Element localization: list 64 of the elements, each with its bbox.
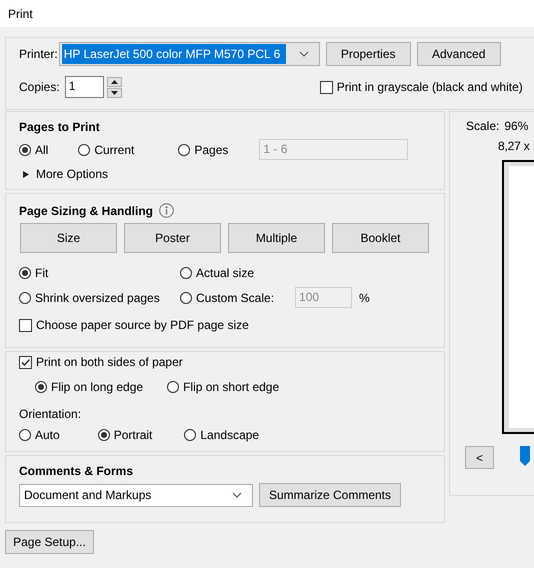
- checkbox[interactable]: [19, 356, 32, 368]
- option-label: Shrink oversized pages: [35, 290, 160, 304]
- radio-button[interactable]: [78, 144, 90, 156]
- radio-button[interactable]: [178, 144, 190, 156]
- option-label: Flip on short edge: [183, 380, 280, 394]
- mode-button[interactable]: Multiple: [228, 223, 325, 253]
- info-icon: [159, 203, 174, 218]
- orientation-label: Orientation:: [19, 406, 82, 420]
- previous-page-button[interactable]: <: [465, 446, 494, 469]
- option-label: Current: [94, 142, 134, 156]
- summarize-comments-button[interactable]: Summarize Comments: [259, 483, 401, 507]
- option-label: Auto: [35, 428, 60, 442]
- checkbox[interactable]: [320, 80, 333, 94]
- option-label: All: [35, 142, 48, 156]
- option-label: Landscape: [200, 428, 260, 442]
- radio-button[interactable]: [184, 428, 196, 440]
- slider-thumb[interactable]: [520, 446, 530, 466]
- option-label: Fit: [35, 266, 48, 280]
- option-label: Actual size: [196, 266, 254, 280]
- mode-button[interactable]: Size: [20, 223, 117, 253]
- radio-button[interactable]: [35, 380, 47, 392]
- section-title: Comments & Forms: [19, 464, 134, 478]
- radio-button[interactable]: [167, 380, 180, 392]
- scale-value: 96%: [504, 119, 528, 133]
- printer-dropdown[interactable]: HP LaserJet 500 color MFP M570 PCL 6: [58, 42, 320, 66]
- mode-button[interactable]: Poster: [124, 223, 221, 253]
- down-arrow-icon: [110, 90, 118, 94]
- option-label: Flip on long edge: [51, 380, 144, 394]
- radio-button[interactable]: [180, 292, 192, 304]
- chevron-icon: [298, 51, 309, 57]
- printer-label: Printer:: [19, 47, 58, 61]
- option-label: Custom Scale:: [196, 290, 274, 304]
- copies-field[interactable]: 1: [64, 76, 104, 98]
- comments-dropdown[interactable]: Document and Markups: [19, 484, 253, 506]
- window-title: Print: [8, 6, 33, 20]
- properties-button[interactable]: Properties: [326, 42, 411, 66]
- radio-button[interactable]: [19, 267, 31, 279]
- radio-button[interactable]: [19, 144, 31, 156]
- checkbox[interactable]: [19, 318, 32, 332]
- radio-button[interactable]: [98, 428, 110, 440]
- spin-up-button[interactable]: [106, 76, 122, 86]
- checkbox-label: Choose paper source by PDF page size: [36, 318, 249, 332]
- section-title: Page Sizing & Handling: [19, 204, 154, 218]
- section-title: Pages to Print: [19, 120, 101, 134]
- percent-label: %: [359, 290, 370, 304]
- radio-button[interactable]: [180, 267, 192, 279]
- chevron-icon: [232, 492, 242, 498]
- page-setup-button[interactable]: Page Setup...: [5, 530, 94, 554]
- radio-button[interactable]: [19, 292, 31, 304]
- checkbox-label: Print on both sides of paper: [36, 355, 183, 369]
- mode-button[interactable]: Booklet: [332, 223, 429, 253]
- spin-down-button[interactable]: [106, 88, 122, 98]
- option-label: Pages: [194, 142, 228, 156]
- advanced-button[interactable]: Advanced: [416, 42, 501, 66]
- option-label: Portrait: [114, 428, 152, 442]
- radio-button[interactable]: [19, 428, 31, 440]
- scale-label: Scale:: [466, 119, 500, 133]
- copies-label: Copies:: [19, 80, 60, 94]
- triangle-icon: [23, 170, 29, 178]
- more-options-toggle[interactable]: More Options: [23, 167, 108, 181]
- page-size-label: 8,27 x: [498, 139, 530, 153]
- checkmark-icon: [20, 356, 31, 368]
- checkbox-label: Print in grayscale (black and white): [336, 80, 523, 94]
- up-arrow-icon: [110, 80, 118, 84]
